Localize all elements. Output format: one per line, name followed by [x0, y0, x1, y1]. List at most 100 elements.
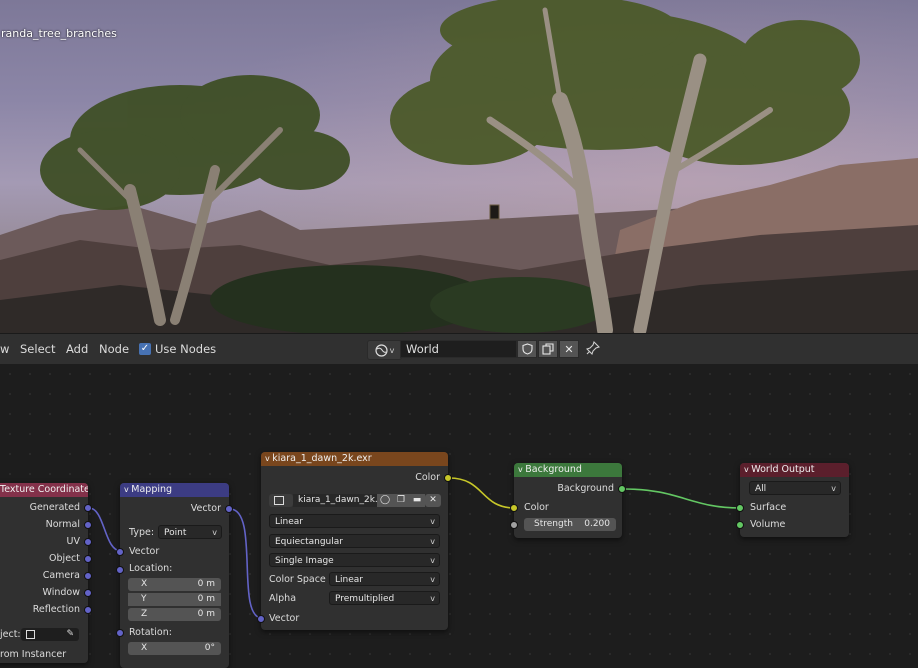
menu-add[interactable]: Add	[66, 342, 88, 356]
image-name-field[interactable]: kiara_1_dawn_2k...	[293, 494, 383, 507]
node-title: Background	[525, 464, 582, 475]
object-label: ject:	[0, 629, 21, 640]
fake-user-shield-button[interactable]	[517, 340, 537, 358]
shield-icon: ◯	[379, 495, 391, 505]
from-instancer-label: rom Instancer	[0, 649, 67, 660]
image-icon	[274, 496, 284, 505]
interpolation-dropdown[interactable]: Linear v	[269, 514, 440, 528]
world-name-field[interactable]: World	[400, 340, 517, 358]
copy-icon: ❐	[396, 495, 406, 505]
scene-render	[0, 0, 918, 333]
input-label: Surface	[750, 502, 787, 513]
rotation-input-socket[interactable]	[116, 629, 124, 637]
3d-viewport[interactable]: randa_tree_branches	[0, 0, 918, 333]
fake-user-button[interactable]: ◯	[377, 494, 393, 507]
object-cube-icon	[26, 630, 35, 639]
pin-icon[interactable]	[585, 340, 601, 358]
vector-input-socket[interactable]	[116, 548, 124, 556]
location-z-field[interactable]: Z0 m	[128, 608, 221, 621]
source-dropdown[interactable]: Single Image v	[269, 553, 440, 567]
volume-input-socket[interactable]	[736, 521, 744, 529]
output-socket[interactable]	[84, 589, 92, 597]
chevron-down-icon: v	[430, 556, 435, 565]
mapping-node[interactable]: v Mapping Vector Type: Point v Vector Loc…	[116, 483, 233, 668]
location-x-field[interactable]: X0 m	[128, 578, 221, 591]
chevron-down-icon: v	[430, 594, 435, 603]
use-nodes-label: Use Nodes	[155, 342, 217, 356]
rotation-x-field[interactable]: X 0°	[128, 642, 221, 655]
output-socket[interactable]	[84, 606, 92, 614]
node-header[interactable]: v World Output	[740, 463, 849, 477]
output-socket[interactable]	[84, 521, 92, 529]
copy-icon	[542, 343, 554, 355]
type-dropdown[interactable]: Point v	[158, 525, 222, 539]
link-mapping-to-image-vector	[229, 508, 263, 619]
input-label: Vector	[129, 546, 160, 557]
unlink-image-button[interactable]: ✕	[425, 494, 441, 507]
projection-dropdown[interactable]: Equiectangular v	[269, 534, 440, 548]
menu-select[interactable]: Select	[20, 342, 55, 356]
strength-field[interactable]: Strength 0.200	[524, 518, 616, 531]
target-dropdown[interactable]: All v	[749, 481, 841, 495]
world-output-node[interactable]: v World Output All v Surface Volume	[736, 463, 849, 537]
node-header[interactable]: Texture Coordinate	[0, 483, 88, 497]
link-generated-to-vector	[88, 507, 122, 552]
output-label: Camera	[42, 570, 80, 581]
output-socket[interactable]	[84, 555, 92, 563]
output-socket[interactable]	[84, 572, 92, 580]
input-label: Vector	[269, 613, 300, 624]
chevron-down-icon: v	[430, 537, 435, 546]
object-picker-field[interactable]: ✎	[21, 628, 79, 641]
chevron-down-icon: v	[389, 345, 395, 355]
node-header[interactable]: v kiara_1_dawn_2k.exr	[261, 452, 448, 466]
eyedropper-icon[interactable]: ✎	[66, 628, 74, 641]
output-socket[interactable]	[84, 504, 92, 512]
use-nodes-checkbox[interactable]: ✓ Use Nodes	[139, 342, 216, 356]
chevron-down-icon: v	[212, 528, 217, 537]
node-header[interactable]: v Mapping	[120, 483, 229, 497]
rotation-label: Rotation:	[129, 627, 172, 638]
node-header[interactable]: v Background	[514, 463, 622, 477]
color-space-label: Color Space	[269, 574, 326, 585]
duplicate-world-button[interactable]	[538, 340, 558, 358]
output-label: Background	[557, 483, 614, 494]
color-output-socket[interactable]	[444, 474, 452, 482]
open-image-button[interactable]: ▬	[409, 494, 425, 507]
background-node[interactable]: v Background Background Color Strength 0.…	[510, 463, 626, 538]
input-label: Color	[524, 502, 549, 513]
checkmark-icon: ✓	[139, 343, 151, 355]
input-label: Volume	[750, 519, 786, 530]
color-space-dropdown[interactable]: Linear v	[329, 572, 440, 586]
world-browse-button[interactable]: v	[367, 340, 402, 360]
image-browse-button[interactable]: v	[269, 494, 293, 520]
chevron-down-icon: v	[831, 484, 836, 493]
output-label: Reflection	[32, 604, 80, 615]
chevron-down-icon: v	[430, 517, 435, 526]
output-socket[interactable]	[84, 538, 92, 546]
location-input-socket[interactable]	[116, 566, 124, 574]
node-canvas[interactable]: Texture Coordinate Generated Normal UV O…	[0, 364, 918, 668]
link-background-to-surface	[623, 488, 742, 509]
world-icon	[375, 343, 388, 357]
texture-coordinate-node[interactable]: Texture Coordinate Generated Normal UV O…	[0, 483, 92, 663]
vector-input-socket[interactable]	[257, 615, 265, 623]
location-y-field[interactable]: Y0 m	[128, 593, 221, 606]
vector-output-socket[interactable]	[225, 505, 233, 513]
output-label: Normal	[45, 519, 80, 530]
close-icon: ✕	[564, 342, 574, 356]
output-label: Color	[415, 472, 440, 483]
unlink-world-button[interactable]: ✕	[559, 340, 579, 358]
link-color-to-background	[448, 477, 516, 509]
alpha-dropdown[interactable]: Premultiplied v	[329, 591, 440, 605]
strength-input-socket[interactable]	[510, 521, 518, 529]
surface-input-socket[interactable]	[736, 504, 744, 512]
menu-view[interactable]: w	[0, 342, 9, 356]
new-image-button[interactable]: ❐	[393, 494, 409, 507]
color-input-socket[interactable]	[510, 504, 518, 512]
node-title: World Output	[751, 464, 815, 475]
background-output-socket[interactable]	[618, 485, 626, 493]
close-icon: ✕	[429, 495, 437, 505]
menu-node[interactable]: Node	[99, 342, 129, 356]
node-title: kiara_1_dawn_2k.exr	[272, 453, 372, 464]
environment-texture-node[interactable]: v kiara_1_dawn_2k.exr Color v kiara_1_da…	[257, 452, 452, 630]
